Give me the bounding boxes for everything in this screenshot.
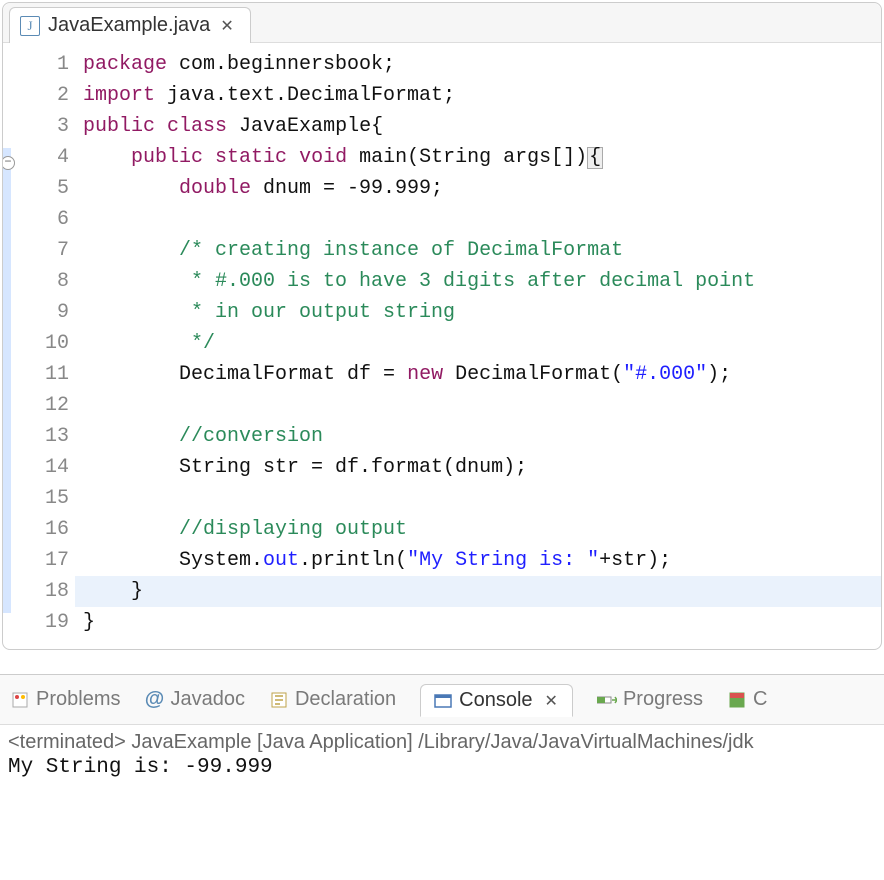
code-line[interactable]: import java.text.DecimalFormat;	[75, 80, 881, 111]
line-number: 1	[17, 49, 69, 80]
line-number: 2	[17, 80, 69, 111]
tab-console-label: Console	[459, 689, 532, 712]
code-line[interactable]: public class JavaExample{	[75, 111, 881, 142]
tab-declaration-label: Declaration	[295, 688, 396, 711]
code-line[interactable]: package com.beginnersbook;	[75, 49, 881, 80]
editor-tab-label: JavaExample.java	[48, 14, 210, 37]
tab-progress[interactable]: Progress	[597, 688, 703, 711]
close-icon[interactable]: ✕	[543, 691, 560, 711]
line-number: 11	[17, 359, 69, 390]
bottom-panel: Problems @ Javadoc Declaration Console ✕…	[0, 674, 884, 785]
declaration-icon	[269, 690, 289, 710]
java-file-icon: J	[20, 16, 40, 36]
line-number: 5	[17, 173, 69, 204]
line-number: 6	[17, 204, 69, 235]
progress-icon	[597, 690, 617, 710]
code-line[interactable]: String str = df.format(dnum);	[75, 452, 881, 483]
code-line[interactable]: DecimalFormat df = new DecimalFormat("#.…	[75, 359, 881, 390]
line-number: 17	[17, 545, 69, 576]
tab-progress-label: Progress	[623, 688, 703, 711]
code-content[interactable]: package com.beginnersbook;import java.te…	[75, 49, 881, 649]
line-number: 8	[17, 266, 69, 297]
line-number: 14	[17, 452, 69, 483]
line-number: 13	[17, 421, 69, 452]
line-number: 18	[17, 576, 69, 607]
code-area[interactable]: − 12345678910111213141516171819 package …	[3, 43, 881, 649]
line-number: 7	[17, 235, 69, 266]
code-line[interactable]	[75, 483, 881, 514]
fold-strip: −	[3, 49, 17, 649]
editor-area: J JavaExample.java ✕ − 12345678910111213…	[2, 2, 882, 650]
console-body: <terminated> JavaExample [Java Applicati…	[0, 725, 884, 785]
tab-console[interactable]: Console ✕	[420, 684, 573, 717]
line-number: 15	[17, 483, 69, 514]
tab-javadoc-label: Javadoc	[170, 688, 245, 711]
code-line[interactable]	[75, 204, 881, 235]
code-line[interactable]: }	[75, 576, 881, 607]
console-output-line: My String is: -99.999	[8, 756, 876, 779]
code-line[interactable]	[75, 390, 881, 421]
line-number: 19	[17, 607, 69, 638]
close-icon[interactable]: ✕	[218, 16, 235, 36]
code-line[interactable]: //displaying output	[75, 514, 881, 545]
code-line[interactable]: public static void main(String args[]){	[75, 142, 881, 173]
editor-tab[interactable]: J JavaExample.java ✕	[9, 7, 251, 43]
code-line[interactable]: /* creating instance of DecimalFormat	[75, 235, 881, 266]
console-icon	[433, 691, 453, 711]
panel-tab-bar: Problems @ Javadoc Declaration Console ✕…	[0, 675, 884, 725]
tab-truncated-label: C	[753, 688, 767, 711]
code-line[interactable]: //conversion	[75, 421, 881, 452]
tab-javadoc[interactable]: @ Javadoc	[144, 688, 245, 711]
fold-toggle-icon[interactable]: −	[3, 156, 15, 170]
code-line[interactable]: */	[75, 328, 881, 359]
code-line[interactable]: System.out.println("My String is: "+str)…	[75, 545, 881, 576]
editor-tab-bar: J JavaExample.java ✕	[3, 3, 881, 43]
tab-problems-label: Problems	[36, 688, 120, 711]
code-line[interactable]: double dnum = -99.999;	[75, 173, 881, 204]
console-status-line: <terminated> JavaExample [Java Applicati…	[8, 731, 876, 754]
tab-truncated[interactable]: C	[727, 688, 767, 711]
line-number: 4	[17, 142, 69, 173]
code-line[interactable]: }	[75, 607, 881, 638]
tab-declaration[interactable]: Declaration	[269, 688, 396, 711]
code-line[interactable]: * #.000 is to have 3 digits after decima…	[75, 266, 881, 297]
tab-problems[interactable]: Problems	[10, 688, 120, 711]
line-number: 3	[17, 111, 69, 142]
line-number: 10	[17, 328, 69, 359]
code-line[interactable]: * in our output string	[75, 297, 881, 328]
line-number: 16	[17, 514, 69, 545]
line-number: 12	[17, 390, 69, 421]
problems-icon	[10, 690, 30, 710]
line-number: 9	[17, 297, 69, 328]
line-number-gutter: 12345678910111213141516171819	[17, 49, 75, 649]
javadoc-icon: @	[144, 690, 164, 710]
coverage-icon	[727, 690, 747, 710]
